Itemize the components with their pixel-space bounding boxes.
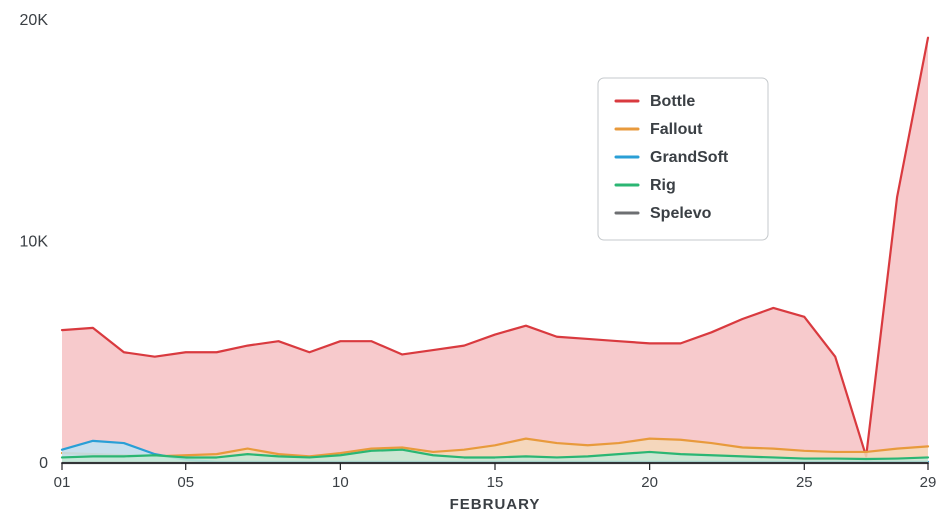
legend-label: Fallout — [650, 121, 703, 138]
x-tick-label: 05 — [177, 474, 194, 491]
y-tick-label: 0 — [39, 455, 48, 472]
y-tick-label: 10K — [20, 234, 49, 251]
x-tick-label: 25 — [796, 474, 813, 491]
x-tick-label: 15 — [487, 474, 504, 491]
legend-label: Spelevo — [650, 205, 712, 222]
legend-label: Bottle — [650, 93, 695, 110]
x-tick-label: 01 — [54, 474, 71, 491]
x-axis-month-label: FEBRUARY — [450, 496, 541, 513]
x-tick-label: 29 — [920, 474, 937, 491]
legend: Bottle Fallout GrandSoft Rig Spelevo — [598, 78, 768, 240]
series-area-bottle — [62, 38, 928, 463]
y-tick-label: 20K — [20, 12, 49, 29]
legend-label: Rig — [650, 177, 676, 194]
legend-label: GrandSoft — [650, 149, 729, 166]
x-tick-label: 10 — [332, 474, 349, 491]
x-tick-label: 20 — [641, 474, 658, 491]
area-chart: 0 10K 20K 01 05 10 15 20 25 29 FEBRUARY Bottle Fallo… — [0, 0, 938, 521]
chart-container: 0 10K 20K 01 05 10 15 20 25 29 FEBRUARY Bottle Fallo… — [0, 0, 938, 521]
